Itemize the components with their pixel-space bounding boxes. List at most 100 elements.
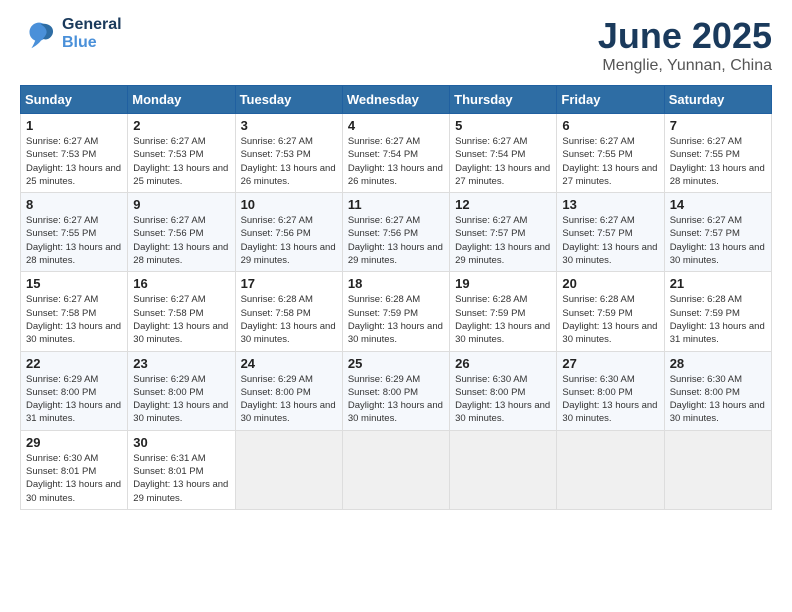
calendar-cell: 4 Sunrise: 6:27 AM Sunset: 7:54 PM Dayli… (342, 114, 449, 193)
day-info: Sunrise: 6:27 AM Sunset: 7:53 PM Dayligh… (26, 135, 122, 188)
calendar-week-row: 15 Sunrise: 6:27 AM Sunset: 7:58 PM Dayl… (21, 272, 772, 351)
calendar-cell: 21 Sunrise: 6:28 AM Sunset: 7:59 PM Dayl… (664, 272, 771, 351)
calendar-header-row: Sunday Monday Tuesday Wednesday Thursday… (21, 86, 772, 114)
day-info: Sunrise: 6:27 AM Sunset: 7:56 PM Dayligh… (241, 214, 337, 267)
calendar-cell (342, 430, 449, 509)
calendar-cell: 29 Sunrise: 6:30 AM Sunset: 8:01 PM Dayl… (21, 430, 128, 509)
calendar-cell: 26 Sunrise: 6:30 AM Sunset: 8:00 PM Dayl… (450, 351, 557, 430)
day-number: 20 (562, 276, 658, 291)
day-number: 3 (241, 118, 337, 133)
day-info: Sunrise: 6:30 AM Sunset: 8:01 PM Dayligh… (26, 452, 122, 505)
calendar-week-row: 1 Sunrise: 6:27 AM Sunset: 7:53 PM Dayli… (21, 114, 772, 193)
day-number: 28 (670, 356, 766, 371)
col-tuesday: Tuesday (235, 86, 342, 114)
day-number: 6 (562, 118, 658, 133)
day-info: Sunrise: 6:28 AM Sunset: 7:59 PM Dayligh… (562, 293, 658, 346)
col-wednesday: Wednesday (342, 86, 449, 114)
calendar-cell: 19 Sunrise: 6:28 AM Sunset: 7:59 PM Dayl… (450, 272, 557, 351)
day-info: Sunrise: 6:29 AM Sunset: 8:00 PM Dayligh… (241, 373, 337, 426)
calendar-cell: 9 Sunrise: 6:27 AM Sunset: 7:56 PM Dayli… (128, 193, 235, 272)
day-number: 24 (241, 356, 337, 371)
col-friday: Friday (557, 86, 664, 114)
page: General Blue June 2025 Menglie, Yunnan, … (0, 0, 792, 612)
day-info: Sunrise: 6:28 AM Sunset: 7:58 PM Dayligh… (241, 293, 337, 346)
calendar-cell: 30 Sunrise: 6:31 AM Sunset: 8:01 PM Dayl… (128, 430, 235, 509)
day-number: 23 (133, 356, 229, 371)
calendar-cell: 16 Sunrise: 6:27 AM Sunset: 7:58 PM Dayl… (128, 272, 235, 351)
day-info: Sunrise: 6:30 AM Sunset: 8:00 PM Dayligh… (455, 373, 551, 426)
calendar-cell: 12 Sunrise: 6:27 AM Sunset: 7:57 PM Dayl… (450, 193, 557, 272)
calendar-cell (557, 430, 664, 509)
day-number: 5 (455, 118, 551, 133)
calendar-cell: 27 Sunrise: 6:30 AM Sunset: 8:00 PM Dayl… (557, 351, 664, 430)
calendar-cell: 2 Sunrise: 6:27 AM Sunset: 7:53 PM Dayli… (128, 114, 235, 193)
day-number: 16 (133, 276, 229, 291)
calendar-cell: 28 Sunrise: 6:30 AM Sunset: 8:00 PM Dayl… (664, 351, 771, 430)
calendar-cell: 14 Sunrise: 6:27 AM Sunset: 7:57 PM Dayl… (664, 193, 771, 272)
col-monday: Monday (128, 86, 235, 114)
calendar-cell: 6 Sunrise: 6:27 AM Sunset: 7:55 PM Dayli… (557, 114, 664, 193)
day-info: Sunrise: 6:28 AM Sunset: 7:59 PM Dayligh… (670, 293, 766, 346)
day-number: 2 (133, 118, 229, 133)
calendar-table: Sunday Monday Tuesday Wednesday Thursday… (20, 85, 772, 510)
day-info: Sunrise: 6:29 AM Sunset: 8:00 PM Dayligh… (133, 373, 229, 426)
day-number: 7 (670, 118, 766, 133)
day-info: Sunrise: 6:27 AM Sunset: 7:55 PM Dayligh… (670, 135, 766, 188)
day-info: Sunrise: 6:27 AM Sunset: 7:58 PM Dayligh… (133, 293, 229, 346)
day-info: Sunrise: 6:31 AM Sunset: 8:01 PM Dayligh… (133, 452, 229, 505)
calendar-cell: 7 Sunrise: 6:27 AM Sunset: 7:55 PM Dayli… (664, 114, 771, 193)
calendar-cell: 8 Sunrise: 6:27 AM Sunset: 7:55 PM Dayli… (21, 193, 128, 272)
day-number: 25 (348, 356, 444, 371)
logo: General Blue (20, 15, 122, 53)
day-number: 12 (455, 197, 551, 212)
day-info: Sunrise: 6:27 AM Sunset: 7:57 PM Dayligh… (562, 214, 658, 267)
day-number: 13 (562, 197, 658, 212)
day-info: Sunrise: 6:27 AM Sunset: 7:57 PM Dayligh… (670, 214, 766, 267)
logo-blue-text: Blue (62, 34, 122, 52)
calendar-week-row: 22 Sunrise: 6:29 AM Sunset: 8:00 PM Dayl… (21, 351, 772, 430)
calendar-cell: 23 Sunrise: 6:29 AM Sunset: 8:00 PM Dayl… (128, 351, 235, 430)
day-number: 18 (348, 276, 444, 291)
day-info: Sunrise: 6:29 AM Sunset: 8:00 PM Dayligh… (26, 373, 122, 426)
calendar-cell (450, 430, 557, 509)
title-block: June 2025 Menglie, Yunnan, China (598, 15, 772, 75)
day-info: Sunrise: 6:30 AM Sunset: 8:00 PM Dayligh… (562, 373, 658, 426)
calendar-cell: 24 Sunrise: 6:29 AM Sunset: 8:00 PM Dayl… (235, 351, 342, 430)
day-info: Sunrise: 6:27 AM Sunset: 7:53 PM Dayligh… (241, 135, 337, 188)
calendar-cell: 13 Sunrise: 6:27 AM Sunset: 7:57 PM Dayl… (557, 193, 664, 272)
day-number: 21 (670, 276, 766, 291)
calendar-cell: 5 Sunrise: 6:27 AM Sunset: 7:54 PM Dayli… (450, 114, 557, 193)
day-info: Sunrise: 6:27 AM Sunset: 7:54 PM Dayligh… (455, 135, 551, 188)
calendar-cell: 1 Sunrise: 6:27 AM Sunset: 7:53 PM Dayli… (21, 114, 128, 193)
day-number: 30 (133, 435, 229, 450)
day-number: 10 (241, 197, 337, 212)
day-number: 15 (26, 276, 122, 291)
day-info: Sunrise: 6:30 AM Sunset: 8:00 PM Dayligh… (670, 373, 766, 426)
day-number: 26 (455, 356, 551, 371)
day-info: Sunrise: 6:27 AM Sunset: 7:55 PM Dayligh… (26, 214, 122, 267)
calendar-week-row: 8 Sunrise: 6:27 AM Sunset: 7:55 PM Dayli… (21, 193, 772, 272)
calendar-week-row: 29 Sunrise: 6:30 AM Sunset: 8:01 PM Dayl… (21, 430, 772, 509)
day-info: Sunrise: 6:27 AM Sunset: 7:55 PM Dayligh… (562, 135, 658, 188)
day-info: Sunrise: 6:27 AM Sunset: 7:57 PM Dayligh… (455, 214, 551, 267)
header: General Blue June 2025 Menglie, Yunnan, … (20, 15, 772, 75)
day-info: Sunrise: 6:27 AM Sunset: 7:53 PM Dayligh… (133, 135, 229, 188)
day-info: Sunrise: 6:27 AM Sunset: 7:54 PM Dayligh… (348, 135, 444, 188)
day-number: 17 (241, 276, 337, 291)
logo-words: General Blue (62, 16, 122, 52)
day-number: 29 (26, 435, 122, 450)
calendar-cell: 11 Sunrise: 6:27 AM Sunset: 7:56 PM Dayl… (342, 193, 449, 272)
calendar-cell: 3 Sunrise: 6:27 AM Sunset: 7:53 PM Dayli… (235, 114, 342, 193)
day-info: Sunrise: 6:27 AM Sunset: 7:56 PM Dayligh… (133, 214, 229, 267)
calendar-cell: 25 Sunrise: 6:29 AM Sunset: 8:00 PM Dayl… (342, 351, 449, 430)
day-number: 22 (26, 356, 122, 371)
day-info: Sunrise: 6:28 AM Sunset: 7:59 PM Dayligh… (348, 293, 444, 346)
day-number: 4 (348, 118, 444, 133)
day-number: 19 (455, 276, 551, 291)
day-number: 9 (133, 197, 229, 212)
calendar-cell: 15 Sunrise: 6:27 AM Sunset: 7:58 PM Dayl… (21, 272, 128, 351)
calendar-cell: 10 Sunrise: 6:27 AM Sunset: 7:56 PM Dayl… (235, 193, 342, 272)
calendar-cell: 20 Sunrise: 6:28 AM Sunset: 7:59 PM Dayl… (557, 272, 664, 351)
logo-general-text: General (62, 16, 122, 34)
day-number: 14 (670, 197, 766, 212)
